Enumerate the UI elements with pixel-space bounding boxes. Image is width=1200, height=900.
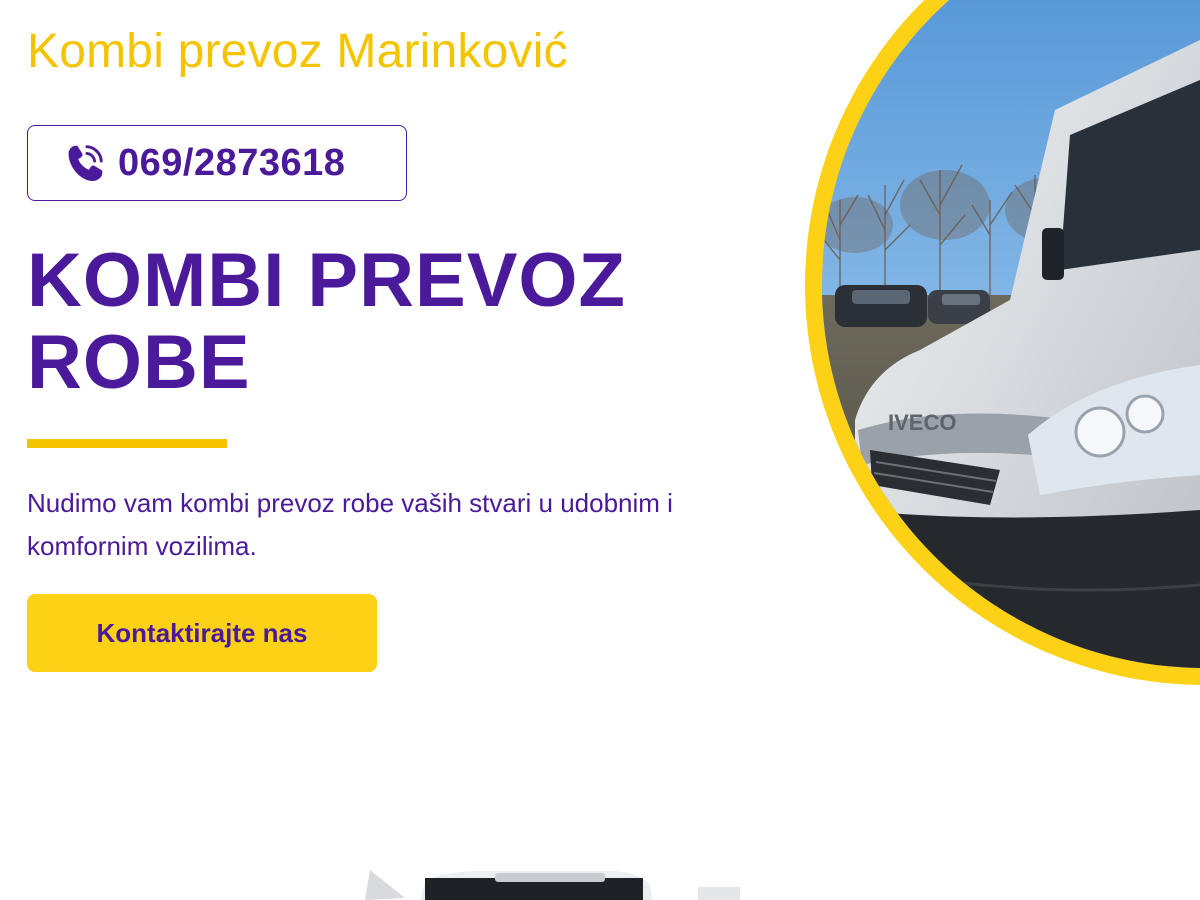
bottom-van-image bbox=[365, 860, 745, 900]
hero-title: KOMBI PREVOZ ROBE bbox=[27, 240, 626, 404]
phone-call-button[interactable]: 069/2873618 bbox=[27, 125, 407, 201]
van-badge: IVECO bbox=[888, 410, 956, 435]
phone-number: 069/2873618 bbox=[118, 141, 346, 184]
site-title: Kombi prevoz Marinković bbox=[27, 25, 568, 78]
hero-title-line-2: ROBE bbox=[27, 320, 251, 405]
phone-ringing-icon bbox=[62, 140, 108, 186]
contact-us-button[interactable]: Kontaktirajte nas bbox=[27, 594, 377, 672]
hero-van-image: IVECO bbox=[800, 0, 1200, 790]
hero-description: Nudimo vam kombi prevoz robe vaših stvar… bbox=[27, 488, 673, 561]
title-divider bbox=[27, 439, 227, 448]
hero-title-line-1: KOMBI PREVOZ bbox=[27, 238, 626, 323]
